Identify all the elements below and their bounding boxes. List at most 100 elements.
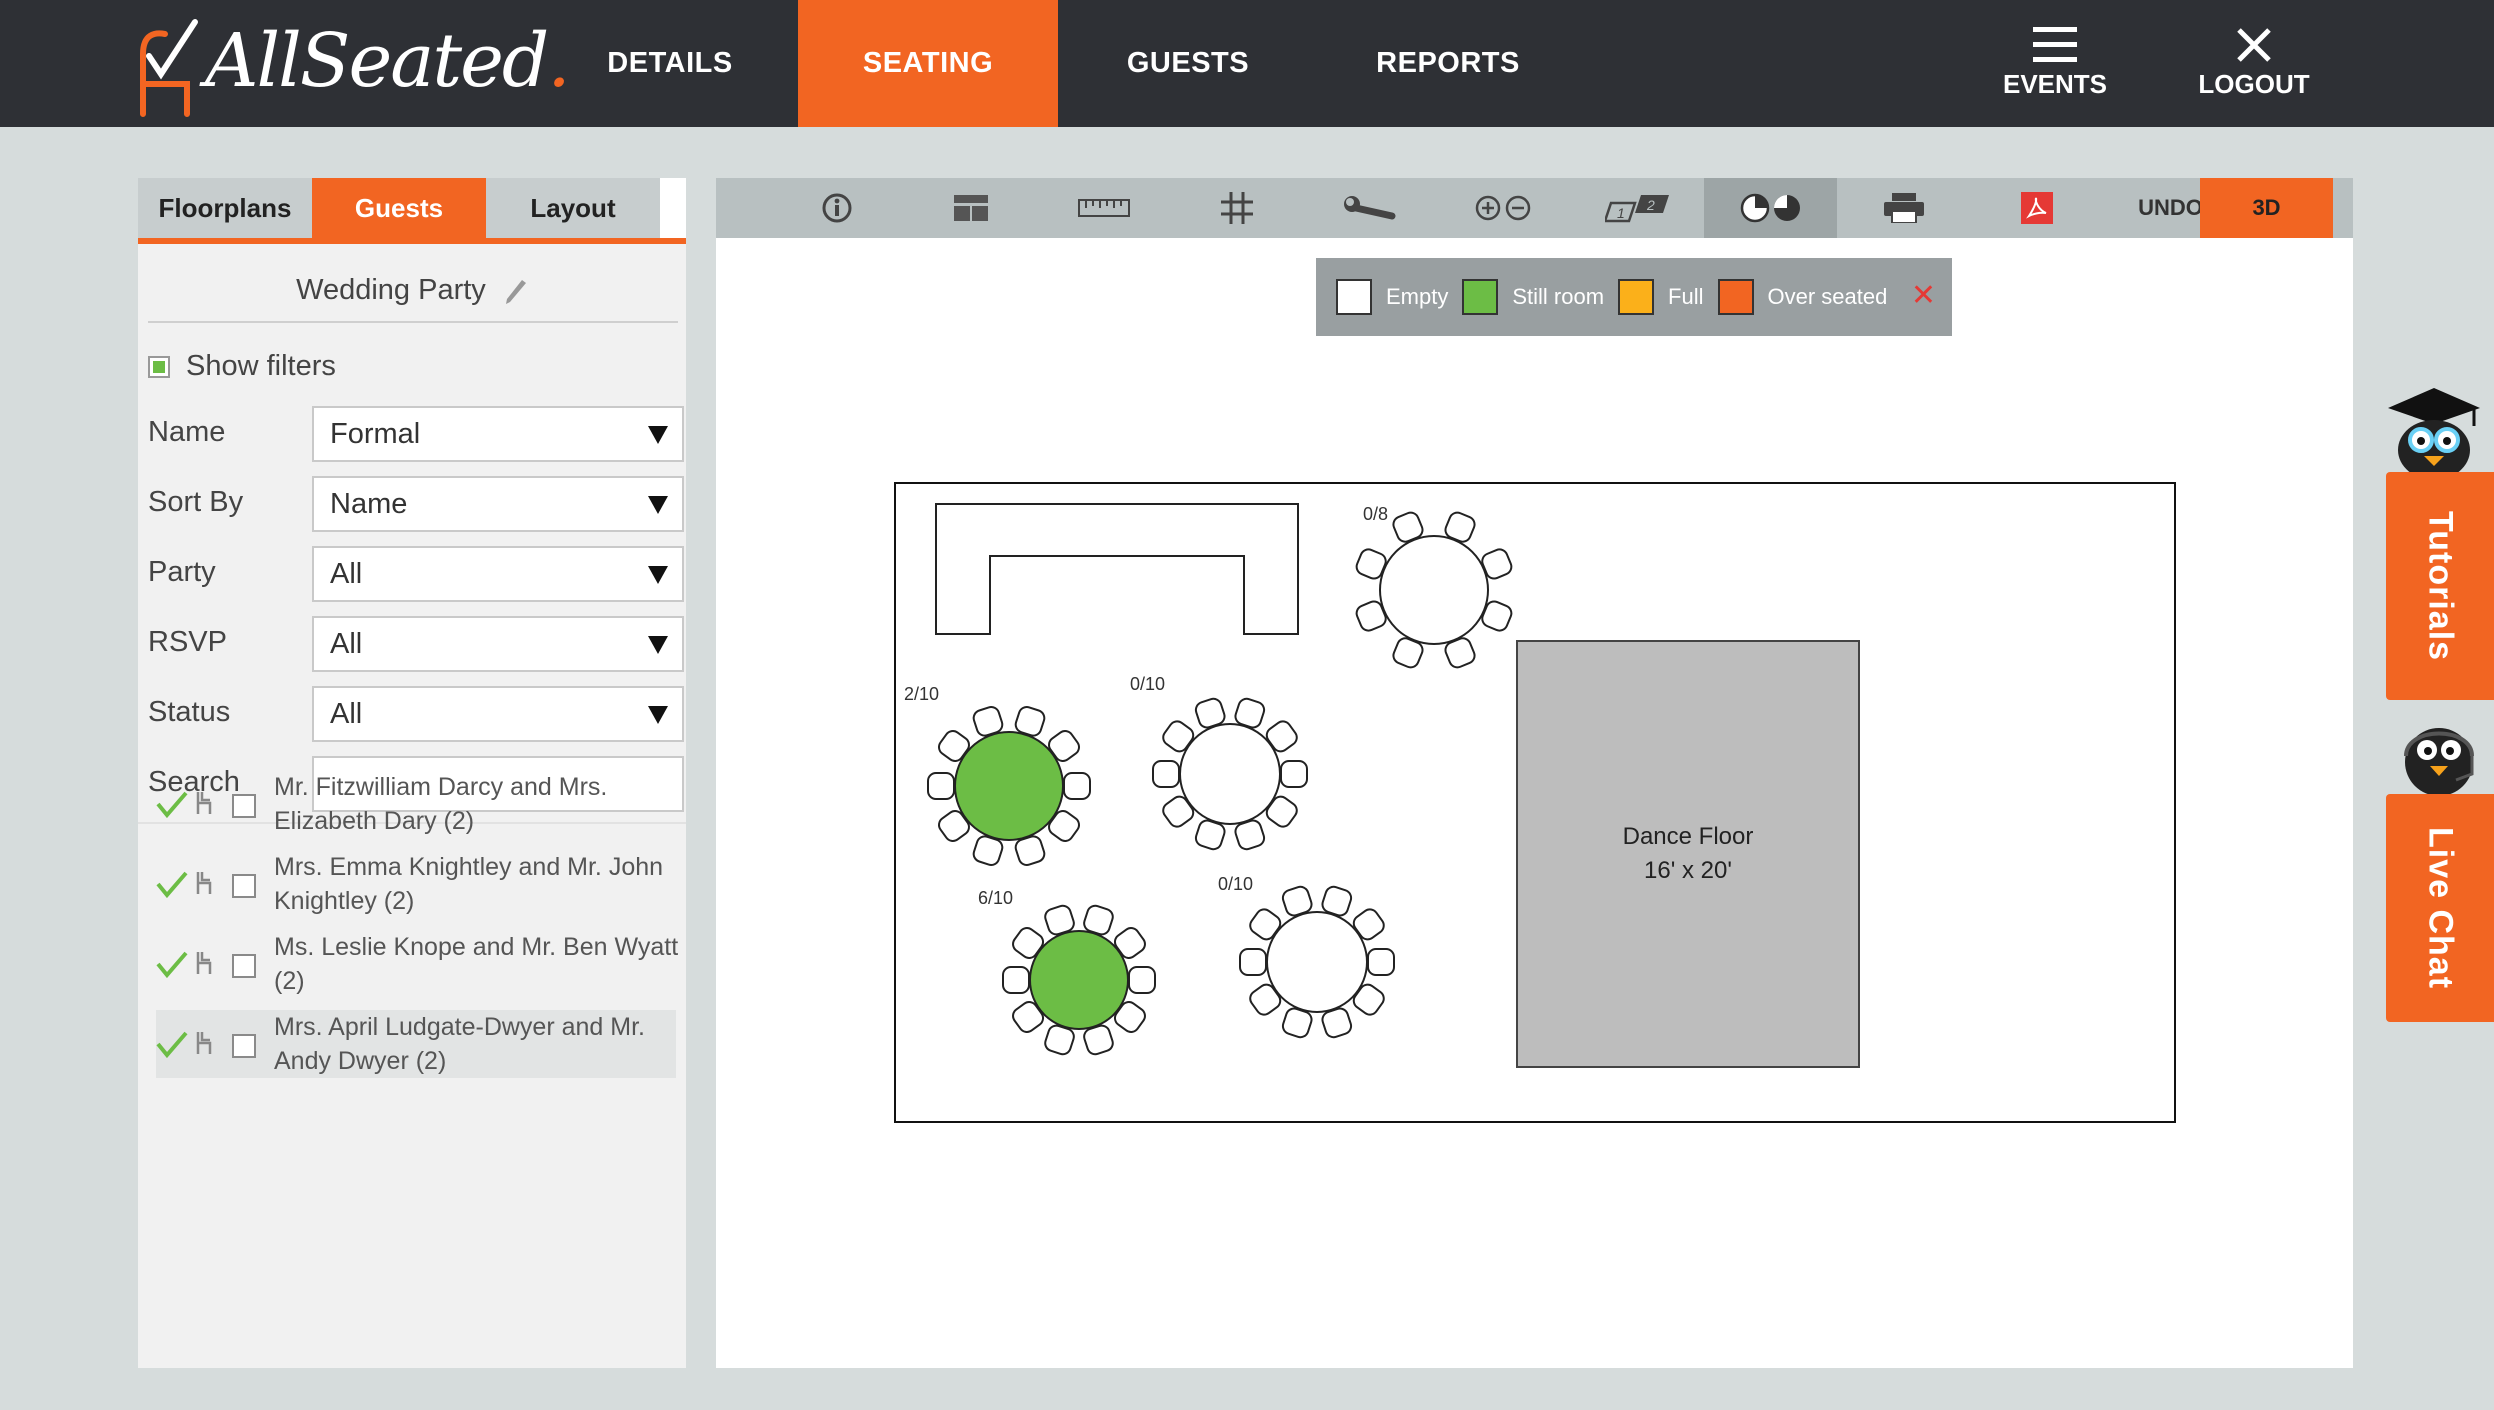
nav-seating[interactable]: SEATING xyxy=(798,0,1058,127)
filter-name-select[interactable]: Formal xyxy=(312,406,684,462)
table-chair[interactable] xyxy=(1239,948,1267,976)
filter-label: Name xyxy=(148,416,226,448)
allseated-logo[interactable]: AllSeated. xyxy=(135,14,571,120)
guest-name: Ms. Leslie Knope and Mr. Ben Wyatt (2) xyxy=(274,933,678,995)
guest-select-checkbox[interactable] xyxy=(232,794,256,818)
print-icon xyxy=(1883,193,1924,223)
filter-status: Status All xyxy=(148,686,684,742)
legend-label-still-room: Still room xyxy=(1512,284,1605,309)
seating-toolbar: 12 UNDO 3D xyxy=(716,178,2353,238)
table-chair[interactable] xyxy=(1063,772,1091,800)
wrench-icon xyxy=(1343,196,1395,220)
pdf-icon xyxy=(2020,192,2053,224)
dropdown-arrow-icon xyxy=(648,636,668,654)
guest-select-checkbox[interactable] xyxy=(232,954,256,978)
3d-view-button[interactable]: 3D xyxy=(2200,178,2333,238)
legend-swatch-full xyxy=(1618,279,1655,315)
dropdown-arrow-icon xyxy=(648,566,668,584)
tab-guests[interactable]: Guests xyxy=(312,178,486,238)
floorplan-room: Dance Floor 16' x 20' 0/8 2/10 0/10 6/10 0/1… xyxy=(894,482,2176,1123)
table-layout-icon xyxy=(953,195,988,221)
table-chair[interactable] xyxy=(927,772,955,800)
filter-sort-by: Sort By Name xyxy=(148,476,684,532)
table-layout-button[interactable] xyxy=(904,178,1037,238)
zoom-button[interactable] xyxy=(1437,178,1570,238)
party-title: Wedding Party xyxy=(138,274,686,307)
legend-label-over-seated: Over seated xyxy=(1767,284,1888,309)
pdf-export-button[interactable] xyxy=(1970,178,2103,238)
filter-label: RSVP xyxy=(148,626,227,658)
grid-button[interactable] xyxy=(1170,178,1303,238)
show-filters-label: Show filters xyxy=(186,350,336,382)
close-icon xyxy=(2237,28,2271,62)
tutorials-label: Tutorials xyxy=(2421,510,2460,662)
table-chair[interactable] xyxy=(1152,760,1180,788)
nav-details[interactable]: DETAILS xyxy=(560,0,780,127)
guest-row[interactable]: Mr. Fitzwilliam Darcy and Mrs. Elizabeth … xyxy=(156,770,676,838)
seating-status-button[interactable] xyxy=(1704,178,1837,238)
seated-chair-icon xyxy=(196,1032,212,1054)
guest-row[interactable]: Mrs. Emma Knightley and Mr. John Knightle… xyxy=(156,850,676,918)
events-button[interactable]: EVENTS xyxy=(1975,0,2135,127)
round-table[interactable] xyxy=(1239,885,1395,1039)
table-top[interactable] xyxy=(1179,723,1281,825)
table-chair[interactable] xyxy=(1367,948,1395,976)
wrench-button[interactable] xyxy=(1304,178,1437,238)
ruler-button[interactable] xyxy=(1037,178,1170,238)
filter-label: Status xyxy=(148,696,231,728)
info-button[interactable] xyxy=(770,178,903,238)
tab-floorplans[interactable]: Floorplans xyxy=(138,178,312,238)
tutorials-tab[interactable]: Tutorials xyxy=(2386,472,2494,700)
nav-reports[interactable]: REPORTS xyxy=(1338,0,1558,127)
round-table[interactable] xyxy=(1354,510,1514,670)
table-chair[interactable] xyxy=(1128,966,1156,994)
guest-row[interactable]: Mrs. April Ludgate-Dwyer and Mr. Andy Dwy… xyxy=(156,1010,676,1078)
legend-label-full: Full xyxy=(1668,284,1704,309)
live-chat-tab[interactable]: Live Chat xyxy=(2386,794,2494,1022)
round-table[interactable] xyxy=(927,705,1091,867)
dance-floor-size: 16' x 20' xyxy=(1644,857,1732,884)
dropdown-arrow-icon xyxy=(648,496,668,514)
party-title-text: Wedding Party xyxy=(296,274,486,306)
head-table[interactable] xyxy=(935,503,1299,635)
round-table[interactable] xyxy=(1152,697,1308,851)
chair-logo-icon xyxy=(140,19,198,117)
logout-button[interactable]: LOGOUT xyxy=(2174,0,2334,127)
close-legend-icon[interactable]: ✕ xyxy=(1911,278,1936,313)
dropdown-arrow-icon xyxy=(648,706,668,724)
live-chat-label: Live Chat xyxy=(2421,826,2460,990)
seated-chair-icon xyxy=(196,792,212,814)
edit-pencil-icon[interactable] xyxy=(504,276,528,306)
guest-select-checkbox[interactable] xyxy=(232,1034,256,1058)
table-top[interactable] xyxy=(1266,911,1368,1013)
nav-guests[interactable]: GUESTS xyxy=(1078,0,1298,127)
table-top[interactable] xyxy=(954,731,1064,841)
live-chat-penguin-icon xyxy=(2404,728,2474,796)
table-seat-count: 0/10 xyxy=(1218,874,1254,894)
divider xyxy=(148,321,678,323)
filter-status-select[interactable]: All xyxy=(312,686,684,742)
show-filters-checkbox[interactable] xyxy=(148,355,170,378)
table-chair[interactable] xyxy=(1002,966,1030,994)
table-top[interactable] xyxy=(1029,930,1129,1030)
rsvp-check-icon xyxy=(156,791,188,818)
show-filters-toggle[interactable]: Show filters xyxy=(148,350,336,383)
print-button[interactable] xyxy=(1837,178,1970,238)
seated-chair-icon xyxy=(196,952,212,974)
filter-party-select[interactable]: All xyxy=(312,546,684,602)
filter-sort-select[interactable]: Name xyxy=(312,476,684,532)
guest-row[interactable]: Ms. Leslie Knope and Mr. Ben Wyatt (2) xyxy=(156,930,678,998)
guest-select-checkbox[interactable] xyxy=(232,874,256,898)
tab-layout[interactable]: Layout xyxy=(486,178,660,238)
table-seat-count: 0/10 xyxy=(1130,674,1166,694)
left-panel: Floorplans Guests Layout Wedding Party S… xyxy=(138,178,686,1368)
filter-rsvp-select[interactable]: All xyxy=(312,616,684,672)
seated-chair-icon xyxy=(196,872,212,894)
table-numbers-button[interactable]: 12 xyxy=(1570,178,1703,238)
table-chair[interactable] xyxy=(1280,760,1308,788)
round-table[interactable] xyxy=(1002,904,1156,1057)
dance-floor[interactable]: Dance Floor 16' x 20' xyxy=(1516,640,1860,1068)
legend-swatch-still-room xyxy=(1462,279,1499,315)
filter-label: Sort By xyxy=(148,486,244,518)
table-top[interactable] xyxy=(1379,535,1489,645)
